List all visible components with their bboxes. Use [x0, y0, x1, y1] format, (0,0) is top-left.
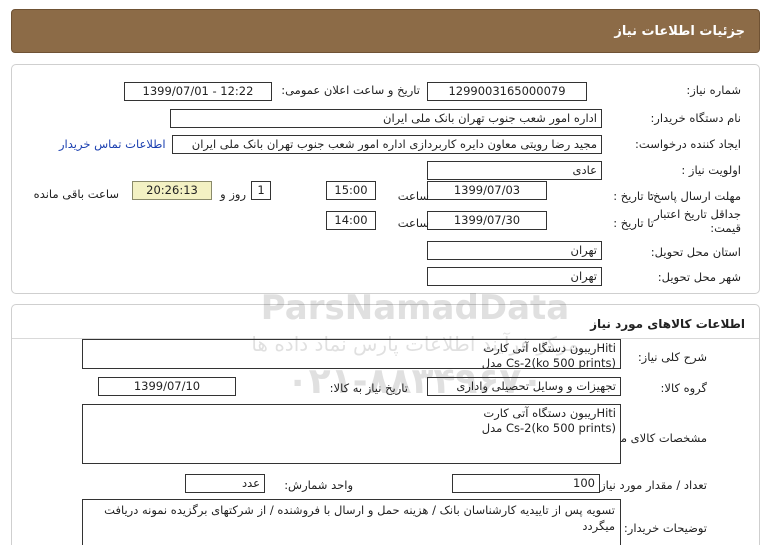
days-remaining-field: 1 [251, 181, 271, 200]
qty-field: 100 [452, 474, 600, 493]
deadline-label: مهلت ارسال پاسخ: [649, 189, 741, 203]
validity-time-field: 14:00 [326, 211, 376, 230]
need-number-label: شماره نیاز: [686, 83, 741, 97]
days-label: روز و [220, 187, 246, 201]
need-number-field: 1299003165000079 [427, 82, 587, 101]
buyer-notes-field: تسویه پس از تاییدیه کارشناسان بانک / هزی… [82, 499, 621, 545]
announce-field: 1399/07/01 - 12:22 [124, 82, 272, 101]
group-field: تجهیزات و وسایل تحصیلی واداری [427, 377, 621, 396]
remaining-time-field: 20:26:13 [132, 181, 212, 200]
spec-field: ریبون دستگاه آتی کارتHiti مدل Cs-2(ko 50… [82, 404, 621, 464]
group-label: گروه کالا: [660, 381, 707, 395]
creator-field: مجید رضا رویتی معاون دایره کاربردازی ادا… [172, 135, 602, 154]
unit-label: واحد شمارش: [284, 478, 353, 492]
validity-time-label: ساعت [397, 216, 429, 230]
buyer-notes-label: توضیحات خریدار: [623, 521, 707, 535]
validity-to-date-label: تا تاریخ : [613, 216, 654, 230]
page-header: جزئیات اطلاعات نیاز [11, 9, 760, 53]
goods-section-title: اطلاعات کالاهای مورد نیاز [590, 317, 745, 331]
summary-field: ریبون دستگاه آتی کارتHiti مدل Cs-2(ko 50… [82, 339, 621, 369]
buyer-field: اداره امور شعب جنوب تهران بانک ملی ایران [170, 109, 602, 128]
unit-field: عدد [185, 474, 265, 493]
province-field: تهران [427, 241, 602, 260]
summary-label: شرح کلی نیاز: [637, 350, 707, 364]
deadline-to-date-label: تا تاریخ : [613, 189, 654, 203]
goods-info-panel: اطلاعات کالاهای مورد نیاز شرح کلی نیاز: … [11, 304, 760, 545]
validity-label-line1: جداقل تاریخ اعتبار [654, 207, 741, 221]
announce-label: تاریخ و ساعت اعلان عمومی: [281, 83, 420, 97]
validity-date-field: 1399/07/30 [427, 211, 547, 230]
summary-line-1: ریبون دستگاه آتی کارتHiti [483, 341, 616, 355]
buyer-contact-link[interactable]: اطلاعات تماس خریدار [59, 137, 166, 151]
validity-label: جداقل تاریخ اعتبار قیمت: [654, 207, 741, 235]
creator-label: ایجاد کننده درخواست: [635, 137, 741, 151]
remaining-label: ساعت باقی مانده [33, 187, 119, 201]
city-field: تهران [427, 267, 602, 286]
page-title: جزئیات اطلاعات نیاز [614, 24, 745, 39]
province-label: استان محل تحویل: [650, 245, 741, 259]
need-date-field: 1399/07/10 [98, 377, 236, 396]
general-info-panel: شماره نیاز: 1299003165000079 تاریخ و ساع… [11, 64, 760, 294]
city-label: شهر محل تحویل: [657, 270, 741, 284]
buyer-label: نام دستگاه خریدار: [650, 111, 741, 125]
need-date-label: تاریخ نیاز به کالا: [329, 381, 408, 395]
summary-line-2: مدل Cs-2(ko 500 prints) [481, 356, 616, 369]
qty-label: تعداد / مقدار مورد نیاز: [596, 478, 707, 492]
priority-field: عادی [427, 161, 602, 180]
deadline-date-field: 1399/07/03 [427, 181, 547, 200]
spec-line-2: مدل Cs-2(ko 500 prints) [481, 421, 616, 435]
validity-label-line2: قیمت: [710, 221, 741, 235]
spec-line-1: ریبون دستگاه آتی کارتHiti [483, 406, 616, 420]
priority-label: اولویت نیاز : [681, 163, 741, 177]
deadline-time-label: ساعت [397, 189, 429, 203]
deadline-time-field: 15:00 [326, 181, 376, 200]
